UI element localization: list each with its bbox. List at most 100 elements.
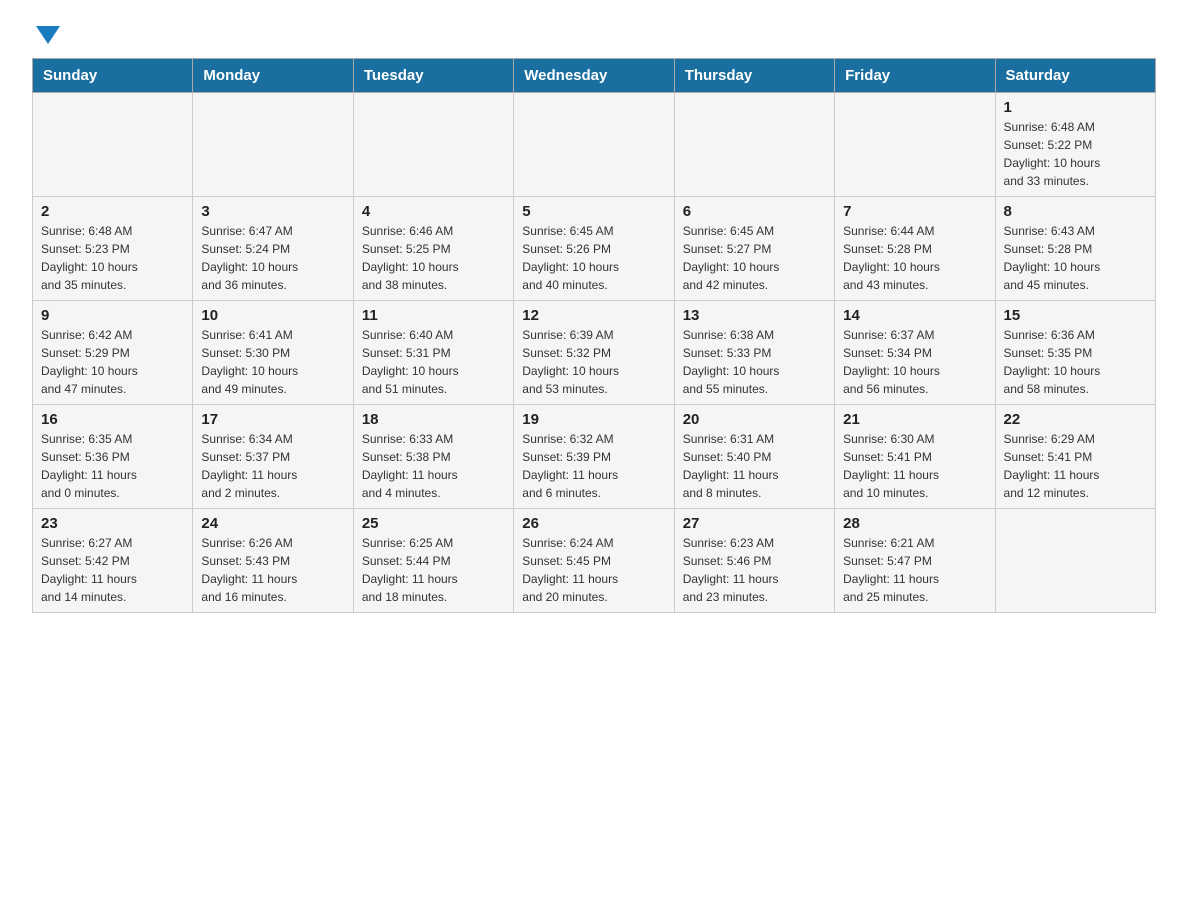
calendar-cell [995, 509, 1155, 613]
day-info: Sunrise: 6:43 AM Sunset: 5:28 PM Dayligh… [1004, 222, 1147, 294]
day-number: 23 [41, 515, 184, 532]
day-number: 4 [362, 203, 505, 220]
day-number: 27 [683, 515, 826, 532]
day-number: 26 [522, 515, 665, 532]
day-number: 18 [362, 411, 505, 428]
day-info: Sunrise: 6:21 AM Sunset: 5:47 PM Dayligh… [843, 534, 986, 606]
day-info: Sunrise: 6:25 AM Sunset: 5:44 PM Dayligh… [362, 534, 505, 606]
day-info: Sunrise: 6:33 AM Sunset: 5:38 PM Dayligh… [362, 430, 505, 502]
day-number: 3 [201, 203, 344, 220]
day-number: 9 [41, 307, 184, 324]
calendar-cell: 15 Sunrise: 6:36 AM Sunset: 5:35 PM Dayli… [995, 301, 1155, 405]
day-number: 22 [1004, 411, 1147, 428]
day-info: Sunrise: 6:32 AM Sunset: 5:39 PM Dayligh… [522, 430, 665, 502]
day-info: Sunrise: 6:39 AM Sunset: 5:32 PM Dayligh… [522, 326, 665, 398]
day-number: 15 [1004, 307, 1147, 324]
day-info: Sunrise: 6:41 AM Sunset: 5:30 PM Dayligh… [201, 326, 344, 398]
calendar-row-5: 23Sunrise: 6:27 AM Sunset: 5:42 PM Dayli… [33, 509, 1156, 613]
calendar-cell: 12 Sunrise: 6:39 AM Sunset: 5:32 PM Dayli… [514, 301, 674, 405]
day-info: Sunrise: 6:31 AM Sunset: 5:40 PM Dayligh… [683, 430, 826, 502]
day-number: 16 [41, 411, 184, 428]
calendar-cell: 6Sunrise: 6:45 AM Sunset: 5:27 PM Daylig… [674, 197, 834, 301]
day-number: 19 [522, 411, 665, 428]
calendar-cell: 14 Sunrise: 6:37 AM Sunset: 5:34 PM Dayli… [835, 301, 995, 405]
calendar-cell: 22 Sunrise: 6:29 AM Sunset: 5:41 PM Dayli… [995, 405, 1155, 509]
day-info: Sunrise: 6:48 AM Sunset: 5:22 PM Dayligh… [1004, 118, 1147, 190]
day-info: Sunrise: 6:23 AM Sunset: 5:46 PM Dayligh… [683, 534, 826, 606]
day-number: 7 [843, 203, 986, 220]
day-info: Sunrise: 6:29 AM Sunset: 5:41 PM Dayligh… [1004, 430, 1147, 502]
calendar-cell: 10 Sunrise: 6:41 AM Sunset: 5:30 PM Dayli… [193, 301, 353, 405]
calendar-table: SundayMondayTuesdayWednesdayThursdayFrid… [32, 58, 1156, 613]
day-number: 25 [362, 515, 505, 532]
day-info: Sunrise: 6:35 AM Sunset: 5:36 PM Dayligh… [41, 430, 184, 502]
day-number: 8 [1004, 203, 1147, 220]
calendar-cell: 9 Sunrise: 6:42 AM Sunset: 5:29 PM Daylig… [33, 301, 193, 405]
day-number: 13 [683, 307, 826, 324]
calendar-cell: 24 Sunrise: 6:26 AM Sunset: 5:43 PM Dayli… [193, 509, 353, 613]
day-number: 1 [1004, 99, 1147, 116]
weekday-header-tuesday: Tuesday [353, 59, 513, 93]
day-info: Sunrise: 6:48 AM Sunset: 5:23 PM Dayligh… [41, 222, 184, 294]
calendar-cell [514, 93, 674, 197]
day-number: 5 [522, 203, 665, 220]
day-info: Sunrise: 6:44 AM Sunset: 5:28 PM Dayligh… [843, 222, 986, 294]
calendar-cell: 20 Sunrise: 6:31 AM Sunset: 5:40 PM Dayli… [674, 405, 834, 509]
day-info: Sunrise: 6:47 AM Sunset: 5:24 PM Dayligh… [201, 222, 344, 294]
day-number: 17 [201, 411, 344, 428]
day-info: Sunrise: 6:38 AM Sunset: 5:33 PM Dayligh… [683, 326, 826, 398]
calendar-cell [353, 93, 513, 197]
day-info: Sunrise: 6:30 AM Sunset: 5:41 PM Dayligh… [843, 430, 986, 502]
calendar-cell: 2Sunrise: 6:48 AM Sunset: 5:23 PM Daylig… [33, 197, 193, 301]
logo [32, 24, 60, 42]
weekday-header-friday: Friday [835, 59, 995, 93]
day-info: Sunrise: 6:40 AM Sunset: 5:31 PM Dayligh… [362, 326, 505, 398]
weekday-header-wednesday: Wednesday [514, 59, 674, 93]
calendar-row-4: 16 Sunrise: 6:35 AM Sunset: 5:36 PM Dayli… [33, 405, 1156, 509]
calendar-cell: 25 Sunrise: 6:25 AM Sunset: 5:44 PM Dayli… [353, 509, 513, 613]
weekday-header-thursday: Thursday [674, 59, 834, 93]
day-number: 21 [843, 411, 986, 428]
calendar-cell: 3 Sunrise: 6:47 AM Sunset: 5:24 PM Daylig… [193, 197, 353, 301]
day-number: 11 [362, 307, 505, 324]
calendar-cell [193, 93, 353, 197]
calendar-row-3: 9 Sunrise: 6:42 AM Sunset: 5:29 PM Daylig… [33, 301, 1156, 405]
calendar-cell: 7 Sunrise: 6:44 AM Sunset: 5:28 PM Daylig… [835, 197, 995, 301]
calendar-cell [674, 93, 834, 197]
page-header [32, 24, 1156, 42]
day-number: 12 [522, 307, 665, 324]
day-info: Sunrise: 6:37 AM Sunset: 5:34 PM Dayligh… [843, 326, 986, 398]
logo-triangle-icon [36, 26, 60, 44]
day-info: Sunrise: 6:42 AM Sunset: 5:29 PM Dayligh… [41, 326, 184, 398]
day-info: Sunrise: 6:26 AM Sunset: 5:43 PM Dayligh… [201, 534, 344, 606]
calendar-cell: 21 Sunrise: 6:30 AM Sunset: 5:41 PM Dayli… [835, 405, 995, 509]
day-number: 28 [843, 515, 986, 532]
calendar-cell: 1 Sunrise: 6:48 AM Sunset: 5:22 PM Daylig… [995, 93, 1155, 197]
day-info: Sunrise: 6:24 AM Sunset: 5:45 PM Dayligh… [522, 534, 665, 606]
calendar-header-row: SundayMondayTuesdayWednesdayThursdayFrid… [33, 59, 1156, 93]
day-number: 14 [843, 307, 986, 324]
calendar-cell: 11 Sunrise: 6:40 AM Sunset: 5:31 PM Dayli… [353, 301, 513, 405]
day-number: 6 [683, 203, 826, 220]
day-number: 10 [201, 307, 344, 324]
weekday-header-sunday: Sunday [33, 59, 193, 93]
calendar-row-2: 2Sunrise: 6:48 AM Sunset: 5:23 PM Daylig… [33, 197, 1156, 301]
calendar-cell: 26 Sunrise: 6:24 AM Sunset: 5:45 PM Dayli… [514, 509, 674, 613]
calendar-cell: 13 Sunrise: 6:38 AM Sunset: 5:33 PM Dayli… [674, 301, 834, 405]
weekday-header-saturday: Saturday [995, 59, 1155, 93]
day-number: 24 [201, 515, 344, 532]
calendar-cell: 17 Sunrise: 6:34 AM Sunset: 5:37 PM Dayli… [193, 405, 353, 509]
calendar-cell: 8 Sunrise: 6:43 AM Sunset: 5:28 PM Daylig… [995, 197, 1155, 301]
day-info: Sunrise: 6:34 AM Sunset: 5:37 PM Dayligh… [201, 430, 344, 502]
calendar-cell [835, 93, 995, 197]
calendar-cell [33, 93, 193, 197]
day-number: 20 [683, 411, 826, 428]
calendar-row-1: 1 Sunrise: 6:48 AM Sunset: 5:22 PM Daylig… [33, 93, 1156, 197]
calendar-cell: 19 Sunrise: 6:32 AM Sunset: 5:39 PM Dayli… [514, 405, 674, 509]
calendar-cell: 28 Sunrise: 6:21 AM Sunset: 5:47 PM Dayli… [835, 509, 995, 613]
calendar-cell: 16 Sunrise: 6:35 AM Sunset: 5:36 PM Dayli… [33, 405, 193, 509]
day-info: Sunrise: 6:46 AM Sunset: 5:25 PM Dayligh… [362, 222, 505, 294]
weekday-header-monday: Monday [193, 59, 353, 93]
day-info: Sunrise: 6:36 AM Sunset: 5:35 PM Dayligh… [1004, 326, 1147, 398]
calendar-cell: 4 Sunrise: 6:46 AM Sunset: 5:25 PM Daylig… [353, 197, 513, 301]
